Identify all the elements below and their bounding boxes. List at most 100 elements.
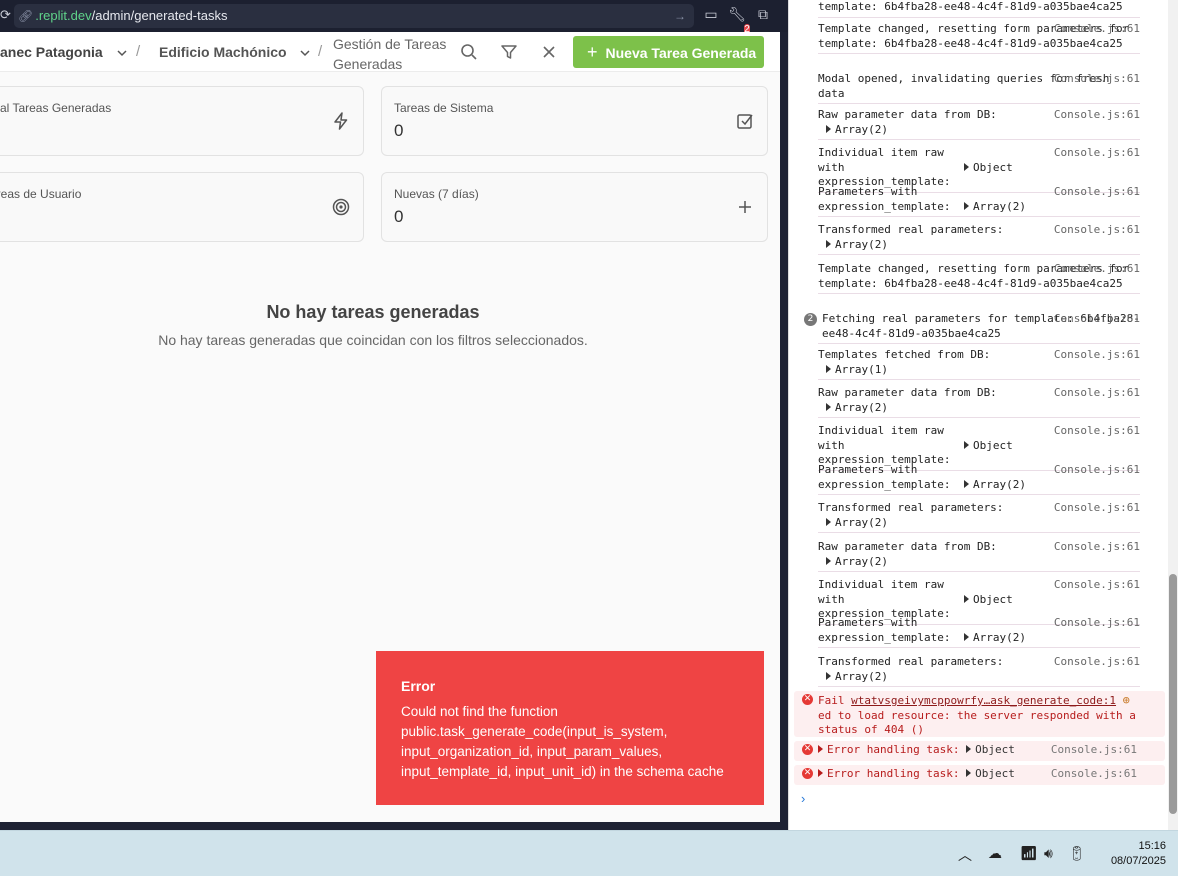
battery-icon[interactable]: 🔋︎	[1068, 845, 1086, 862]
scrollbar-thumb[interactable]	[1169, 574, 1177, 814]
error-icon: ✕	[802, 694, 813, 705]
volume-icon[interactable]: 🔊︎	[1044, 845, 1053, 862]
error-message: Error handling task:	[827, 767, 960, 780]
log-source[interactable]: Console.js:61	[1054, 22, 1140, 37]
log-object[interactable]: Array(2)	[818, 401, 888, 414]
clock-time: 15:16	[1138, 840, 1166, 852]
console-log[interactable]: Parameters with expression_template: Cons…	[818, 616, 1140, 649]
crumb-building-label: Edificio Machónico	[159, 44, 287, 60]
expand-triangle-icon	[964, 163, 969, 171]
log-object[interactable]: Array(2)	[964, 478, 1026, 493]
devices-icon[interactable]: ▭	[702, 6, 720, 26]
log-source[interactable]: Console.js:61	[1054, 223, 1140, 238]
console-error-fetch[interactable]: ✕ Fail wtatvsgeivymcppowrfy…ask_generate…	[794, 691, 1165, 737]
log-object[interactable]: Array(2)	[818, 670, 888, 683]
log-source[interactable]: Console.js:61	[1054, 312, 1140, 327]
new-generated-task-button[interactable]: + Nueva Tarea Generada	[573, 36, 764, 68]
log-source[interactable]: Console.js:61	[1054, 185, 1140, 200]
system-clock[interactable]: 15:16 08/07/2025	[1111, 839, 1166, 869]
console-error-task[interactable]: ✕ Error handling task: Object Console.js…	[794, 765, 1165, 785]
console-log[interactable]: Fetching real parameters for template: 6…	[818, 312, 1140, 345]
expand-triangle-icon[interactable]	[818, 769, 823, 777]
wrench-icon[interactable]: 🔧︎2	[728, 6, 750, 35]
log-source[interactable]: Console.js:61	[1054, 146, 1140, 161]
cloud-icon[interactable]: ☁︎	[988, 845, 1002, 862]
console-scrollbar[interactable]	[1168, 0, 1178, 830]
chevron-down-icon	[117, 50, 127, 57]
log-source[interactable]: Console.js:61	[1054, 578, 1140, 593]
console-log[interactable]: template: 6b4fba28-ee48-4c4f-81d9-a035ba…	[818, 0, 1140, 18]
expand-triangle-icon	[826, 517, 831, 526]
log-source[interactable]: Console.js:61	[1054, 501, 1140, 516]
console-log[interactable]: Template changed, resetting form paramet…	[818, 22, 1140, 55]
log-source[interactable]: Console.js:61	[1054, 348, 1140, 363]
log-object[interactable]: Object	[964, 439, 1013, 454]
expand-triangle-icon	[964, 441, 969, 449]
console-log[interactable]: Template changed, resetting form paramet…	[818, 262, 1140, 295]
log-object[interactable]: Array(2)	[818, 238, 888, 251]
plus-icon: +	[587, 42, 598, 62]
log-object[interactable]: Array(1)	[818, 363, 888, 376]
close-icon[interactable]	[539, 42, 559, 62]
crumb-building[interactable]: Edificio Machónico	[159, 32, 310, 72]
console-log[interactable]: Parameters with expression_template: Cons…	[818, 185, 1140, 218]
wifi-icon[interactable]: 📶︎	[1020, 845, 1038, 862]
log-source[interactable]: Console.js:61	[1054, 540, 1140, 555]
filter-icon[interactable]	[499, 42, 519, 62]
log-source[interactable]: Console.js:61	[1051, 743, 1137, 758]
console-log[interactable]: Transformed real parameters: Array(2) Cons…	[818, 223, 1140, 256]
error-toast[interactable]: Error Could not find the function public…	[376, 651, 764, 805]
console-log[interactable]: Raw parameter data from DB: Array(2) Conso…	[818, 108, 1140, 141]
reload-icon[interactable]: ⟳	[0, 7, 11, 23]
log-object[interactable]: Object	[966, 767, 1015, 780]
log-source[interactable]: Console.js:61	[1054, 386, 1140, 401]
log-source[interactable]: Console.js:61	[1054, 655, 1140, 670]
error-message: Error handling task:	[827, 743, 960, 756]
log-object[interactable]: Array(2)	[964, 200, 1026, 215]
log-source[interactable]: Console.js:61	[1054, 72, 1140, 87]
chevron-up-icon[interactable]: ︿	[958, 845, 972, 865]
open-external-icon[interactable]: ⧉	[754, 6, 772, 26]
log-object[interactable]: Object	[964, 161, 1013, 176]
log-text: template: 6b4fba28-ee48-4c4f-81d9-a035ba…	[818, 0, 1123, 13]
log-text: Parameters with expression_template:	[818, 616, 951, 644]
expand-triangle-icon	[966, 745, 972, 753]
console-log[interactable]: Transformed real parameters: Array(2) Cons…	[818, 501, 1140, 534]
log-source[interactable]: Console.js:61	[1051, 767, 1137, 782]
log-source[interactable]: Console.js:61	[1054, 463, 1140, 478]
browser-url-bar: ⟳ 🔗︎ .replit.dev/admin/generated-tasks → …	[0, 0, 788, 35]
clock-date: 08/07/2025	[1110, 855, 1166, 867]
console-log[interactable]: Templates fetched from DB: Array(1) Consol…	[818, 348, 1140, 381]
error-source-link[interactable]: wtatvsgeivymcppowrfy…ask_generate_code:1	[851, 694, 1116, 707]
log-object-label: Array(2)	[835, 515, 888, 529]
log-object[interactable]: Object	[966, 743, 1015, 756]
expand-triangle-icon	[826, 239, 831, 248]
expand-triangle-icon	[964, 480, 969, 488]
expand-triangle-icon	[964, 633, 969, 641]
stat-label: areas de Usuario	[0, 187, 82, 201]
expand-triangle-icon[interactable]	[818, 745, 823, 753]
console-log[interactable]: Transformed real parameters: Array(2) Cons…	[818, 655, 1140, 688]
breadcrumb-separator: /	[318, 43, 323, 60]
log-source[interactable]: Console.js:61	[1054, 262, 1140, 277]
console-log[interactable]: Modal opened, invalidating queries for f…	[818, 72, 1140, 105]
url-input[interactable]: 🔗︎ .replit.dev/admin/generated-tasks →	[14, 4, 694, 28]
console-log[interactable]: Raw parameter data from DB: Array(2) Conso…	[818, 386, 1140, 419]
log-object[interactable]: Object	[964, 593, 1013, 608]
log-object[interactable]: Array(2)	[964, 631, 1026, 646]
network-icon[interactable]: ⊕	[1123, 693, 1130, 707]
log-source[interactable]: Console.js:61	[1054, 108, 1140, 123]
console-prompt[interactable]: ›	[801, 791, 805, 806]
checkbox-icon	[737, 114, 753, 129]
console-log[interactable]: Parameters with expression_template: Cons…	[818, 463, 1140, 496]
log-object[interactable]: Array(2)	[818, 555, 888, 568]
log-source[interactable]: Console.js:61	[1054, 616, 1140, 631]
log-object[interactable]: Array(2)	[818, 516, 888, 529]
search-icon[interactable]	[459, 42, 479, 62]
console-error-task[interactable]: ✕ Error handling task: Object Console.js…	[794, 741, 1165, 761]
console-log[interactable]: Raw parameter data from DB: Array(2) Conso…	[818, 540, 1140, 573]
log-object[interactable]: Array(2)	[818, 123, 888, 136]
crumb-organization[interactable]: anec Patagonia	[0, 32, 127, 72]
log-source[interactable]: Console.js:61	[1054, 424, 1140, 439]
go-arrow-icon[interactable]: →	[674, 4, 686, 28]
